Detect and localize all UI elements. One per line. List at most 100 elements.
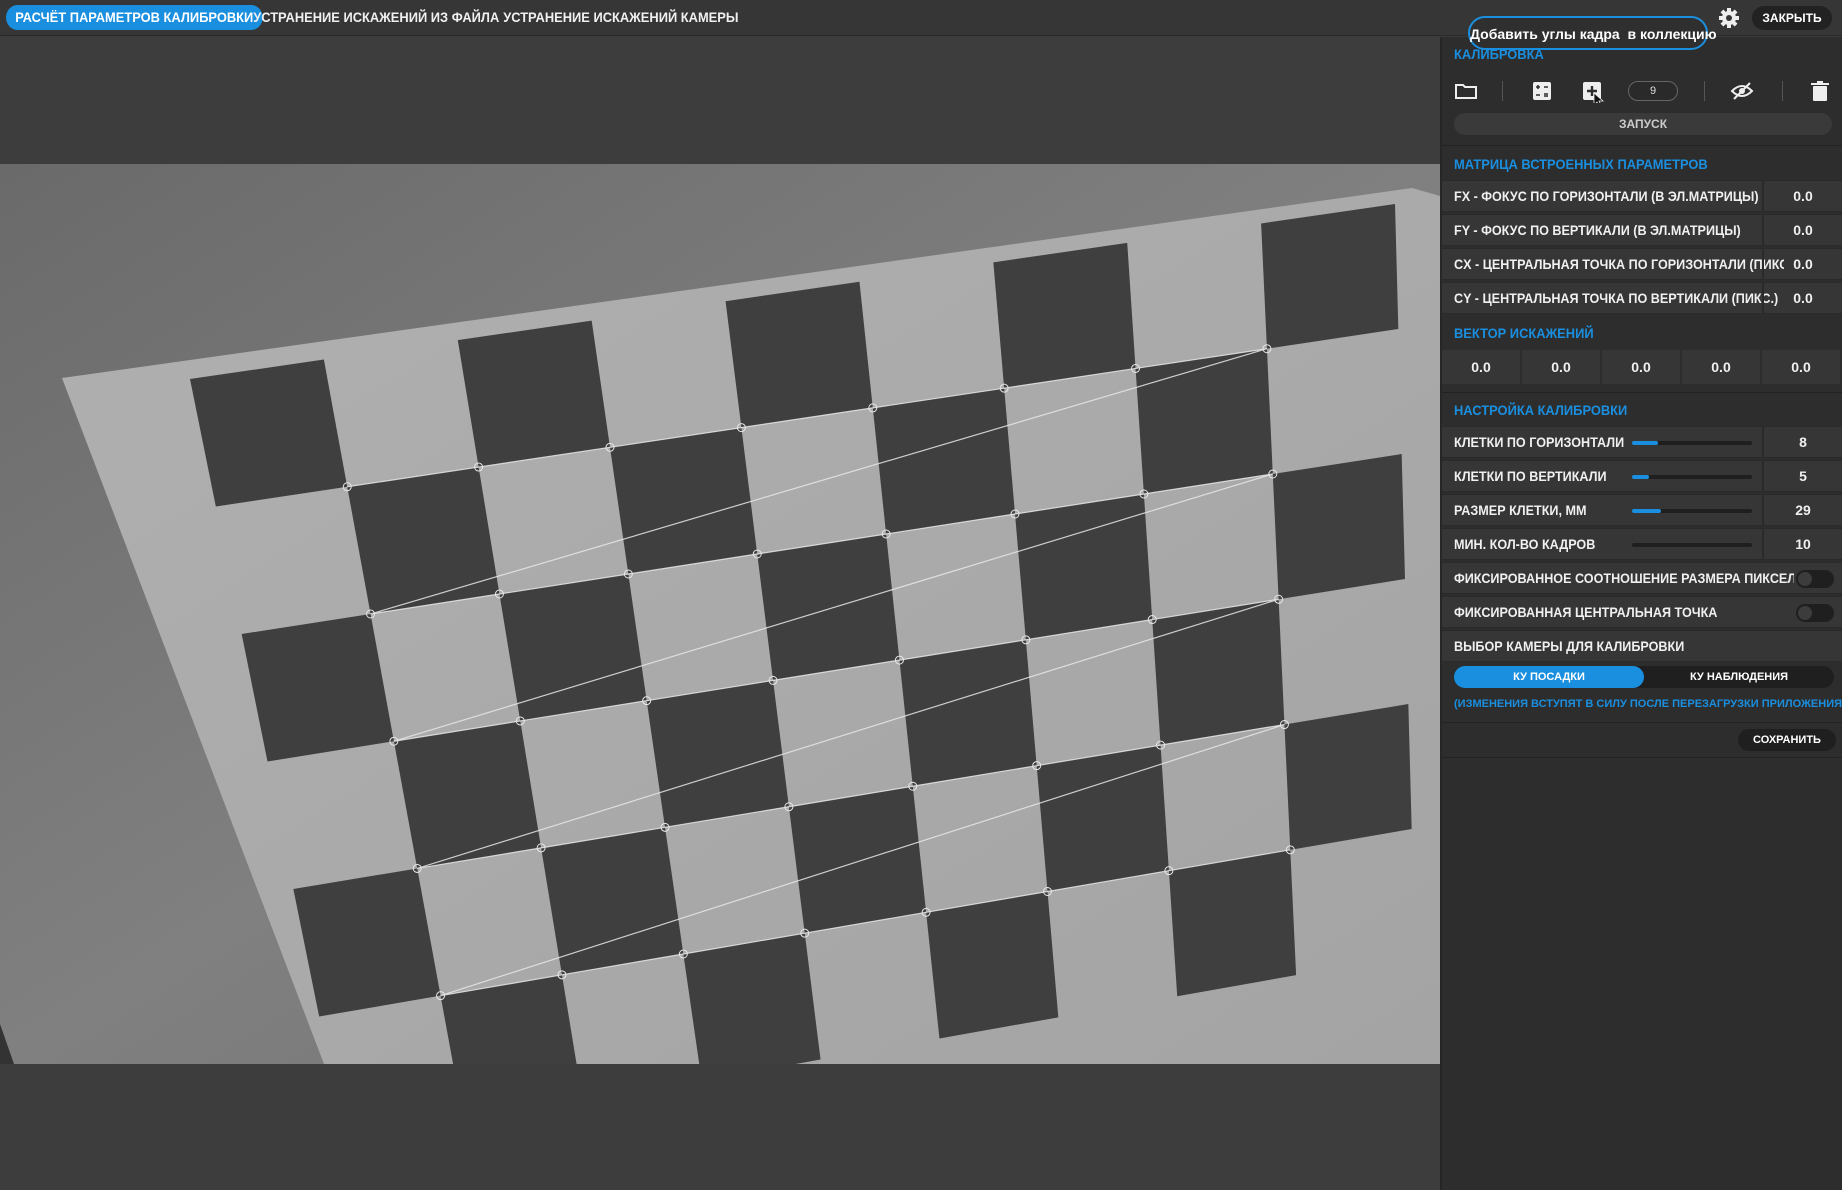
trash-icon[interactable] (1808, 79, 1832, 103)
slider-fill (1632, 441, 1659, 445)
settings-title: НАСТРОЙКА КАЛИБРОВКИ (1454, 402, 1628, 418)
tab-undistort-file[interactable]: УСТРАНЕНИЕ ИСКАЖЕНИЙ ИЗ ФАЙЛА (244, 5, 508, 30)
board-square (1135, 348, 1273, 494)
square-size-value[interactable]: 29 (1762, 495, 1842, 525)
add-frame-icon[interactable] (1580, 79, 1605, 107)
setting-row-cols: КЛЕТКИ ПО ГОРИЗОНТАЛИ 8 (1442, 426, 1842, 458)
setting-row-square-size: РАЗМЕР КЛЕТКИ, ММ 29 (1442, 494, 1842, 526)
save-button[interactable]: СОХРАНИТЬ (1738, 729, 1836, 751)
matrix-row-cy: CY - ЦЕНТРАЛЬНАЯ ТОЧКА ПО ВЕРТИКАЛИ (ПИК… (1442, 282, 1842, 314)
distortion-value-1: 0.0 (1442, 350, 1520, 384)
matrix-value-cx: 0.0 (1762, 249, 1842, 279)
board-square (1261, 204, 1399, 349)
setting-label-cols: КЛЕТКИ ПО ГОРИЗОНТАЛИ (1454, 434, 1625, 450)
distortion-value-3: 0.0 (1602, 350, 1680, 384)
board-square (457, 320, 610, 468)
camera-option-landing[interactable]: КУ ПОСАДКИ (1454, 666, 1644, 688)
board-square (993, 242, 1136, 389)
slider-fill (1632, 509, 1661, 513)
board-square (347, 467, 500, 614)
min-frames-slider[interactable] (1632, 543, 1752, 547)
matrix-value-cy: 0.0 (1762, 283, 1842, 313)
matrix-row-fx: FX - ФОКУС ПО ГОРИЗОНТАЛИ (В ЭЛ.МАТРИЦЫ)… (1442, 180, 1842, 212)
view-padding-top (0, 37, 1440, 164)
board-square (499, 574, 647, 721)
board-square (610, 427, 758, 574)
cols-value[interactable]: 8 (1762, 427, 1842, 457)
board-square (1272, 454, 1405, 600)
min-frames-value[interactable]: 10 (1762, 529, 1842, 559)
camera-select-title: ВЫБОР КАМЕРЫ ДЛЯ КАЛИБРОВКИ (1454, 638, 1685, 654)
board-square (1168, 849, 1297, 997)
matrix-row-cx: CX - ЦЕНТРАЛЬНАЯ ТОЧКА ПО ГОРИЗОНТАЛИ (П… (1442, 248, 1842, 280)
board-square (190, 359, 348, 507)
toolbar-divider (1704, 81, 1705, 101)
matrix-value-fy: 0.0 (1762, 215, 1842, 245)
add-frame-tooltip: Добавить углы кадра в коллекцию (1468, 16, 1717, 50)
setting-label-fix-aspect: ФИКСИРОВАННОЕ СООТНОШЕНИЕ РАЗМЕРА ПИКСЕЛ… (1454, 570, 1794, 586)
setting-row-rows: КЛЕТКИ ПО ВЕРТИКАЛИ 5 (1442, 460, 1842, 492)
setting-row-fix-center: ФИКСИРОВАННАЯ ЦЕНТРАЛЬНАЯ ТОЧКА (1442, 596, 1842, 628)
board-square (757, 534, 900, 681)
matrix-title: МАТРИЦА ВСТРОЕННЫХ ПАРАМЕТРОВ (1454, 156, 1708, 172)
board-square (1015, 494, 1153, 640)
setting-label-min-frames: МИН. КОЛ-ВО КАДРОВ (1454, 536, 1596, 552)
square-size-slider[interactable] (1632, 509, 1752, 513)
board-square (393, 720, 542, 869)
setting-label-rows: КЛЕТКИ ПО ВЕРТИКАЛИ (1454, 468, 1607, 484)
matrix-label-cy: CY - ЦЕНТРАЛЬНАЯ ТОЧКА ПО ВЕРТИКАЛИ (ПИК… (1454, 290, 1779, 306)
board-square (1284, 704, 1412, 850)
folder-icon[interactable] (1454, 79, 1478, 103)
board-square (788, 786, 927, 934)
toggle-knob (1798, 606, 1812, 620)
board-square (872, 388, 1015, 534)
gear-icon[interactable] (1716, 6, 1742, 30)
setting-row-min-frames: МИН. КОЛ-ВО КАДРОВ 10 (1442, 528, 1842, 560)
camera-switch: КУ ПОСАДКИ КУ НАБЛЮДЕНИЯ (1454, 666, 1834, 688)
setting-row-fix-aspect: ФИКСИРОВАННОЕ СООТНОШЕНИЕ РАЗМЕРА ПИКСЕЛ… (1442, 562, 1842, 594)
distortion-value-5: 0.0 (1762, 350, 1840, 384)
board-square (1036, 745, 1169, 892)
matrix-label-fx: FX - ФОКУС ПО ГОРИЗОНТАЛИ (В ЭЛ.МАТРИЦЫ) (1454, 188, 1759, 204)
close-button[interactable]: ЗАКРЫТЬ (1752, 6, 1832, 30)
section-divider (1442, 757, 1842, 758)
rows-slider[interactable] (1632, 475, 1752, 479)
matrix-row-fy: FY - ФОКУС ПО ВЕРТИКАЛИ (В ЭЛ.МАТРИЦЫ) 0… (1442, 214, 1842, 246)
tab-undistort-camera[interactable]: УСТРАНЕНИЕ ИСКАЖЕНИЙ КАМЕРЫ (494, 5, 748, 30)
fix-center-toggle[interactable] (1796, 604, 1834, 622)
cols-slider[interactable] (1632, 441, 1752, 445)
rows-value[interactable]: 5 (1762, 461, 1842, 491)
board-square (646, 680, 789, 828)
matrix-label-cx: CX - ЦЕНТРАЛЬНАЯ ТОЧКА ПО ГОРИЗОНТАЛИ (П… (1454, 256, 1784, 272)
run-button[interactable]: ЗАПУСК (1454, 113, 1832, 135)
setting-row-camera-select: ВЫБОР КАМЕРЫ ДЛЯ КАЛИБРОВКИ (1442, 630, 1842, 662)
matrix-label-fy: FY - ФОКУС ПО ВЕРТИКАЛИ (В ЭЛ.МАТРИЦЫ) (1454, 222, 1741, 238)
distortion-value-2: 0.0 (1522, 350, 1600, 384)
distortion-vector: 0.0 0.0 0.0 0.0 0.0 (1442, 350, 1842, 384)
slider-fill (1632, 475, 1649, 479)
board-square (541, 827, 684, 975)
tab-calibration-params[interactable]: РАСЧЁТ ПАРАМЕТРОВ КАЛИБРОВКИ (6, 5, 263, 30)
camera-image (0, 164, 1440, 1123)
toolbar-divider (1502, 81, 1503, 101)
section-divider (1442, 722, 1842, 723)
restart-note: (ИЗМЕНЕНИЯ ВСТУПЯТ В СИЛУ ПОСЛЕ ПЕРЕЗАГР… (1454, 698, 1842, 710)
side-panel: КАЛИБРОВКА 9 ЗАПУСК МАТРИЦА ВСТРОЕННЫХ П… (1440, 37, 1842, 1190)
matrix-value-fx: 0.0 (1762, 181, 1842, 211)
board-square (725, 281, 873, 428)
board-square (926, 891, 1059, 1039)
board-square (899, 639, 1037, 787)
setting-label-square-size: РАЗМЕР КЛЕТКИ, ММ (1454, 502, 1587, 518)
view-padding-bottom (0, 1064, 1440, 1190)
board-square (241, 614, 394, 762)
eye-off-icon[interactable] (1730, 79, 1754, 103)
frame-counter: 9 (1628, 81, 1678, 101)
setting-label-fix-center: ФИКСИРОВАННАЯ ЦЕНТРАЛЬНАЯ ТОЧКА (1454, 604, 1718, 620)
section-divider (1442, 145, 1842, 146)
section-divider (1442, 392, 1842, 393)
camera-option-observation[interactable]: КУ НАБЛЮДЕНИЯ (1644, 666, 1834, 688)
fix-aspect-toggle[interactable] (1796, 570, 1834, 588)
toolbar-divider (1782, 81, 1783, 101)
board-square (1152, 599, 1285, 746)
calculator-icon[interactable] (1530, 79, 1554, 103)
